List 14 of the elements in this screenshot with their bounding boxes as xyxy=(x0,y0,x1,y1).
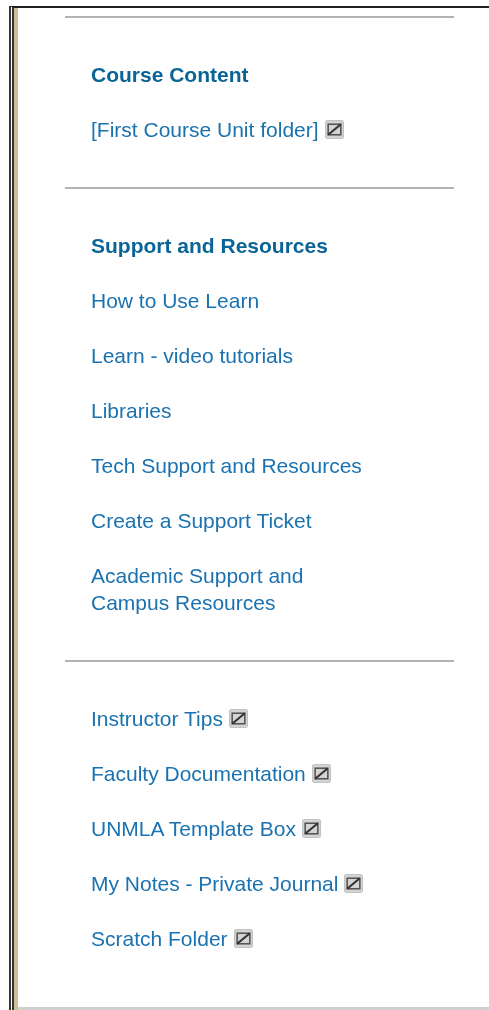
menu-link[interactable]: How to Use Learn xyxy=(91,287,260,314)
section-heading: Course Content xyxy=(91,62,250,88)
menu-link[interactable]: Scratch Folder xyxy=(91,925,228,952)
menu-link[interactable]: Academic Support and Campus Resources xyxy=(91,562,304,616)
menu-link[interactable]: My Notes - Private Journal xyxy=(91,870,339,897)
menu-link[interactable]: Learn - video tutorials xyxy=(91,342,293,369)
menu-link[interactable]: Create a Support Ticket xyxy=(91,507,312,534)
menu-link[interactable]: Libraries xyxy=(91,397,172,424)
menu-link[interactable]: Faculty Documentation xyxy=(91,760,306,787)
menu-link[interactable]: Instructor Tips xyxy=(91,705,223,732)
menu-link[interactable]: UNMLA Template Box xyxy=(91,815,297,842)
section-heading: Support and Resources xyxy=(91,233,329,259)
menu-link[interactable]: [First Course Unit folder] xyxy=(91,116,319,143)
menu-link[interactable]: Tech Support and Resources xyxy=(91,452,362,479)
